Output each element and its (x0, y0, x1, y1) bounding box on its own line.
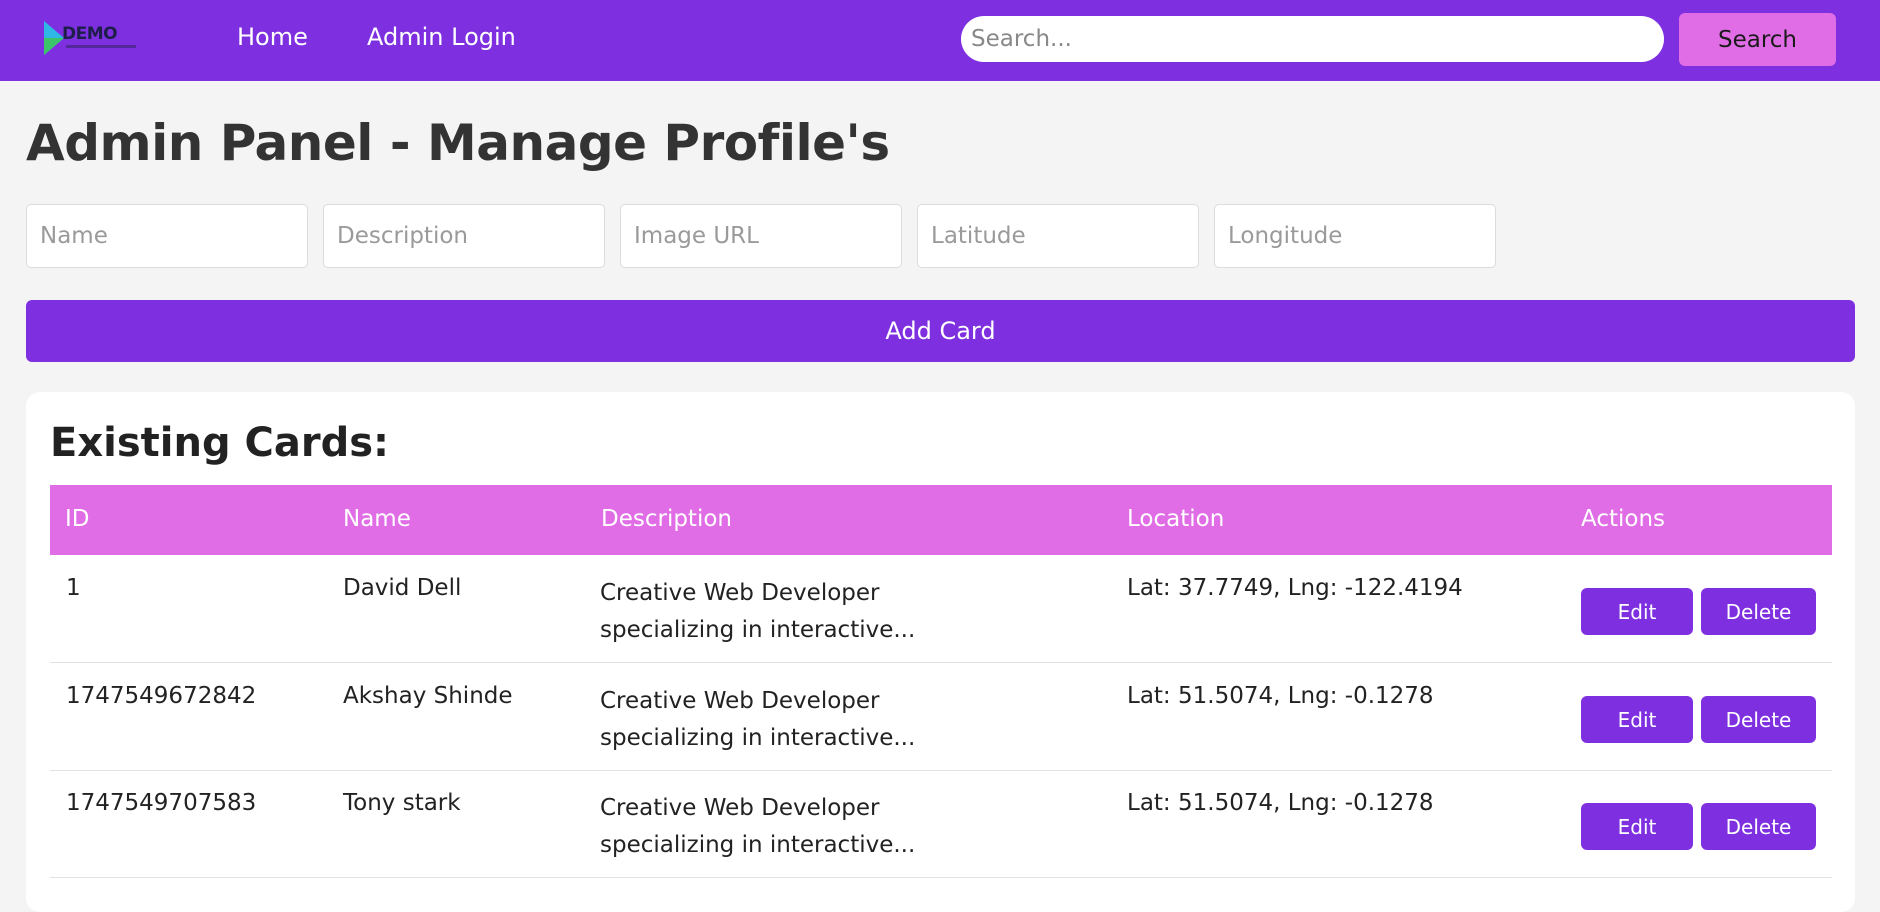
cell-location: Lat: 37.7749, Lng: -122.4194 (1127, 575, 1463, 601)
cell-location: Lat: 51.5074, Lng: -0.1278 (1127, 790, 1434, 816)
cell-id: 1 (66, 575, 81, 601)
table-row: 1 David Dell Creative Web Developer spec… (50, 555, 1832, 663)
cell-name: David Dell (343, 575, 462, 601)
existing-cards-panel: Existing Cards: ID Name Description Loca… (26, 392, 1855, 912)
header-name: Name (343, 506, 411, 532)
navbar: DEMO Home Admin Login Search (0, 0, 1880, 81)
latitude-field[interactable] (917, 204, 1199, 268)
cell-name: Akshay Shinde (343, 683, 513, 709)
logo-tagline (66, 45, 136, 48)
search-button[interactable]: Search (1679, 13, 1836, 66)
edit-button[interactable]: Edit (1581, 588, 1693, 635)
cell-description: Creative Web Developer specializing in i… (600, 795, 916, 858)
delete-button[interactable]: Delete (1701, 696, 1816, 743)
delete-button[interactable]: Delete (1701, 803, 1816, 850)
header-id: ID (65, 506, 90, 532)
edit-button[interactable]: Edit (1581, 803, 1693, 850)
search-input[interactable] (961, 16, 1664, 62)
table-row: 1747549672842 Akshay Shinde Creative Web… (50, 663, 1832, 771)
header-location: Location (1127, 506, 1225, 532)
cell-id: 1747549707583 (66, 790, 257, 816)
cell-description: Creative Web Developer specializing in i… (600, 580, 916, 643)
cell-name: Tony stark (343, 790, 461, 816)
header-description: Description (601, 506, 732, 532)
logo[interactable]: DEMO (42, 18, 138, 58)
delete-button[interactable]: Delete (1701, 588, 1816, 635)
logo-text: DEMO (62, 24, 118, 44)
name-field[interactable] (26, 204, 308, 268)
cell-description: Creative Web Developer specializing in i… (600, 688, 916, 751)
header-actions: Actions (1581, 506, 1666, 532)
logo-icon (44, 21, 64, 55)
add-card-button[interactable]: Add Card (26, 300, 1855, 362)
existing-cards-title: Existing Cards: (50, 420, 390, 466)
table-row: 1747549707583 Tony stark Creative Web De… (50, 770, 1832, 878)
nav-link-home[interactable]: Home (237, 23, 308, 51)
description-field[interactable] (323, 204, 605, 268)
page-title: Admin Panel - Manage Profile's (26, 114, 890, 172)
nav-link-admin-login[interactable]: Admin Login (367, 23, 516, 51)
cell-id: 1747549672842 (66, 683, 257, 709)
cell-location: Lat: 51.5074, Lng: -0.1278 (1127, 683, 1434, 709)
table-header: ID Name Description Location Actions (50, 485, 1832, 555)
edit-button[interactable]: Edit (1581, 696, 1693, 743)
image-url-field[interactable] (620, 204, 902, 268)
longitude-field[interactable] (1214, 204, 1496, 268)
